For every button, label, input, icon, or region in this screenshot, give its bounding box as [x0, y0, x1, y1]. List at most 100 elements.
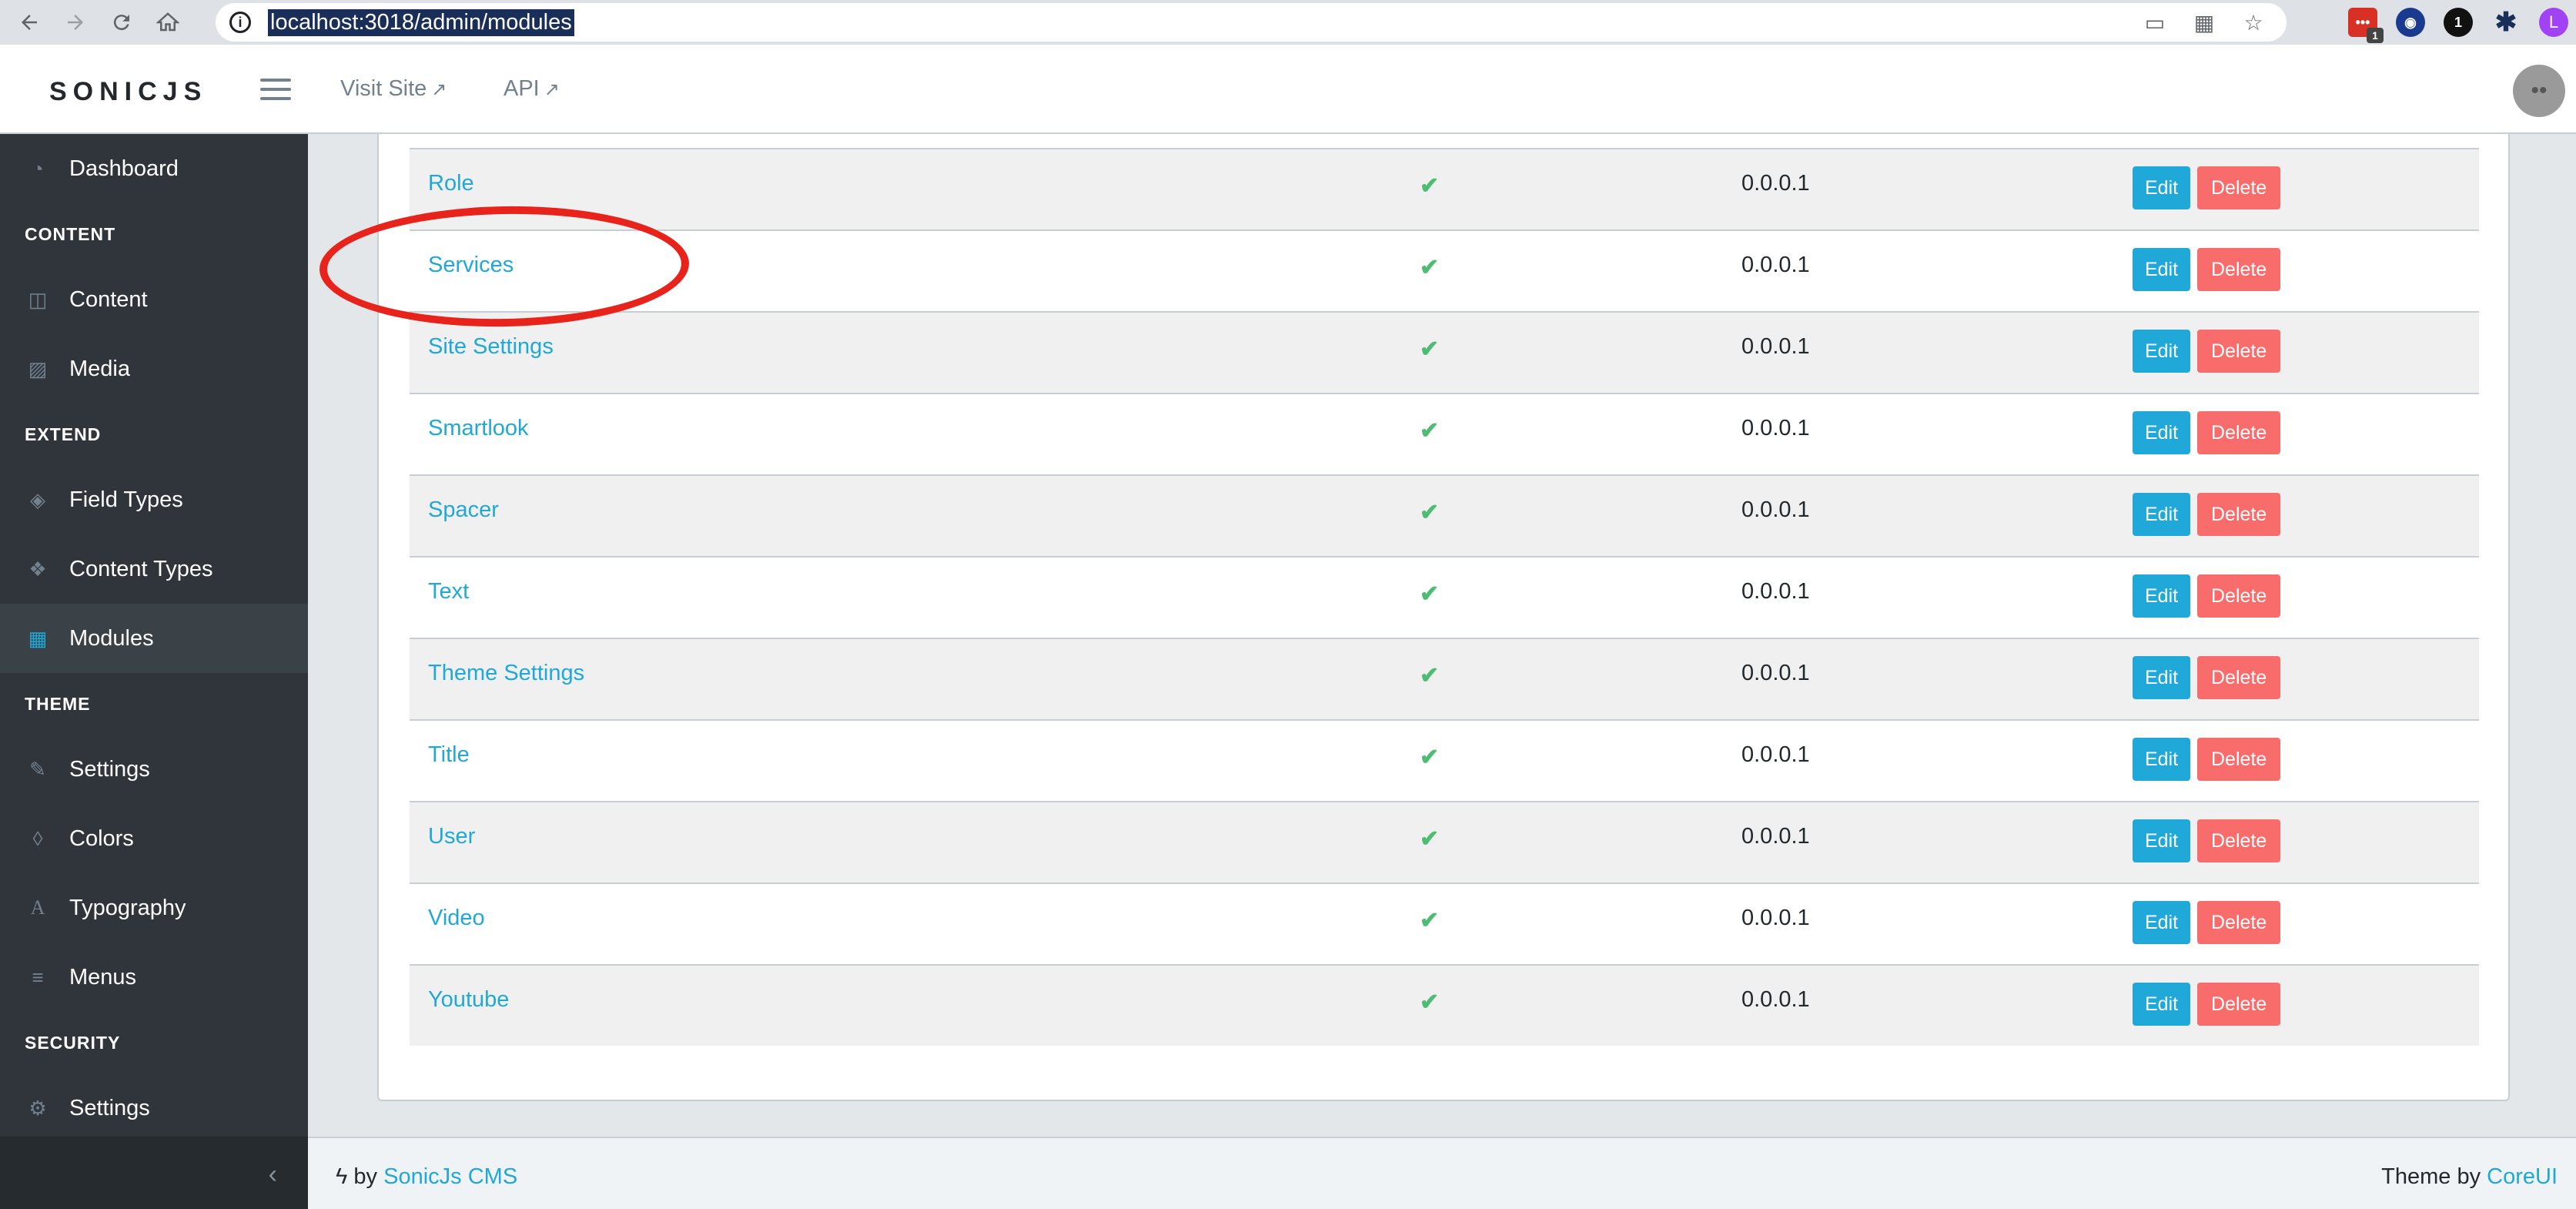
footer-by: by — [353, 1164, 378, 1189]
sidebar-item-theme-settings[interactable]: ✎ Settings — [0, 735, 308, 804]
sidebar-item-media[interactable]: ▨ Media — [0, 334, 308, 404]
check-icon: ✔ — [1420, 173, 1440, 199]
edit-button[interactable]: Edit — [2133, 574, 2191, 618]
reload-icon[interactable] — [105, 5, 139, 39]
table-row: Services ✔ 0.0.0.1 Edit Delete — [410, 229, 2479, 311]
delete-button[interactable]: Delete — [2197, 901, 2281, 944]
back-icon[interactable] — [12, 5, 46, 39]
chevron-left-icon: ‹ — [268, 1160, 277, 1189]
edit-button[interactable]: Edit — [2133, 166, 2191, 209]
url-text[interactable]: localhost:3018/admin/modules — [268, 8, 574, 36]
forward-icon[interactable] — [59, 5, 92, 39]
module-name-link[interactable]: Spacer — [428, 497, 499, 523]
sidebar-item-content[interactable]: ◫ Content — [0, 265, 308, 334]
external-link-icon: ↗ — [544, 79, 560, 100]
cubes-icon: ❖ — [28, 557, 47, 581]
edit-button[interactable]: Edit — [2133, 983, 2191, 1026]
table-row: User ✔ 0.0.0.1 Edit Delete — [410, 801, 2479, 882]
module-name-link[interactable]: User — [428, 824, 475, 849]
font-icon: A — [30, 896, 45, 919]
info-icon[interactable]: i — [229, 12, 251, 33]
module-name-link[interactable]: Theme Settings — [428, 661, 584, 686]
sidebar-item-label: Dashboard — [69, 156, 179, 181]
sonicjs-cms-link[interactable]: SonicJs CMS — [383, 1164, 517, 1189]
columns-icon: ◫ — [28, 287, 48, 311]
gear-icon: ⚙ — [28, 1096, 47, 1120]
module-version: 0.0.0.1 — [1741, 416, 1810, 440]
coreui-link[interactable]: CoreUI — [2487, 1164, 2558, 1189]
sidebar-item-menus[interactable]: ≡ Menus — [0, 943, 308, 1012]
user-avatar[interactable]: •• — [2513, 65, 2565, 117]
sidebar-item-security-settings[interactable]: ⚙ Settings — [0, 1073, 308, 1143]
sidebar-item-label: Media — [69, 356, 130, 381]
delete-button[interactable]: Delete — [2197, 166, 2281, 209]
main-content: Role ✔ 0.0.0.1 Edit Delete Services ✔ 0.… — [308, 134, 2576, 1137]
sidebar-section-extend: EXTEND — [25, 424, 102, 444]
module-version: 0.0.0.1 — [1741, 987, 1810, 1012]
sidebar-item-typography[interactable]: A Typography — [0, 873, 308, 943]
module-version: 0.0.0.1 — [1741, 742, 1810, 767]
sidebar-item-content-types[interactable]: ❖ Content Types — [0, 534, 308, 604]
apps-icon[interactable]: ▦ — [2191, 9, 2217, 35]
delete-button[interactable]: Delete — [2197, 493, 2281, 536]
delete-button[interactable]: Delete — [2197, 656, 2281, 699]
check-icon: ✔ — [1420, 418, 1440, 444]
delete-button[interactable]: Delete — [2197, 983, 2281, 1026]
sidebar-item-colors[interactable]: ◊ Colors — [0, 804, 308, 873]
module-version: 0.0.0.1 — [1741, 661, 1810, 685]
sonicjs-logo[interactable]: SONICJS — [49, 77, 207, 107]
edit-button[interactable]: Edit — [2133, 248, 2191, 291]
delete-button[interactable]: Delete — [2197, 248, 2281, 291]
delete-button[interactable]: Delete — [2197, 819, 2281, 862]
module-name-link[interactable]: Video — [428, 906, 485, 931]
profile-avatar[interactable]: L — [2539, 8, 2568, 37]
edit-button[interactable]: Edit — [2133, 819, 2191, 862]
module-name-link[interactable]: Site Settings — [428, 334, 554, 360]
hamburger-menu-icon[interactable] — [260, 79, 291, 100]
delete-button[interactable]: Delete — [2197, 330, 2281, 373]
module-version: 0.0.0.1 — [1741, 824, 1810, 849]
extension-1password-icon[interactable]: 1 — [2444, 8, 2473, 37]
module-name-link[interactable]: Services — [428, 253, 514, 278]
edit-button[interactable]: Edit — [2133, 901, 2191, 944]
delete-button[interactable]: Delete — [2197, 411, 2281, 454]
star-icon[interactable]: ☆ — [2240, 9, 2267, 35]
sidebar-item-dashboard[interactable]: ◔ Dashboard — [0, 134, 308, 203]
edit-button[interactable]: Edit — [2133, 411, 2191, 454]
cast-icon[interactable]: ▭ — [2142, 9, 2168, 35]
delete-button[interactable]: Delete — [2197, 738, 2281, 781]
sidebar-item-label: Menus — [69, 964, 137, 990]
table-row: Video ✔ 0.0.0.1 Edit Delete — [410, 882, 2479, 964]
check-icon: ✔ — [1420, 663, 1440, 688]
visit-site-link[interactable]: Visit Site ↗ — [340, 76, 447, 102]
api-link[interactable]: API ↗ — [503, 76, 560, 102]
edit-button[interactable]: Edit — [2133, 738, 2191, 781]
sidebar-item-modules[interactable]: ▦ Modules — [0, 604, 308, 673]
module-name-link[interactable]: Smartlook — [428, 416, 529, 441]
footer-credits: ϟ by SonicJs CMS — [336, 1164, 517, 1190]
delete-button[interactable]: Delete — [2197, 574, 2281, 618]
sidebar-item-field-types[interactable]: ◈ Field Types — [0, 465, 308, 534]
edit-button[interactable]: Edit — [2133, 656, 2191, 699]
module-name-link[interactable]: Text — [428, 579, 469, 604]
edit-button[interactable]: Edit — [2133, 330, 2191, 373]
table-row: Text ✔ 0.0.0.1 Edit Delete — [410, 556, 2479, 638]
puzzle-icon[interactable]: ✱ — [2491, 8, 2521, 37]
external-link-icon: ↗ — [431, 79, 447, 100]
module-name-link[interactable]: Title — [428, 742, 470, 768]
table-row: Youtube ✔ 0.0.0.1 Edit Delete — [410, 964, 2479, 1046]
table-row: Role ✔ 0.0.0.1 Edit Delete — [410, 148, 2479, 229]
grid-icon: ▦ — [28, 626, 48, 650]
extension-badge: 1 — [2367, 28, 2384, 43]
edit-button[interactable]: Edit — [2133, 493, 2191, 536]
module-version: 0.0.0.1 — [1741, 906, 1810, 930]
module-name-link[interactable]: Role — [428, 171, 474, 196]
check-icon: ✔ — [1420, 826, 1440, 852]
sidebar-minimizer[interactable]: ‹ — [0, 1137, 308, 1209]
home-icon[interactable] — [151, 5, 185, 39]
extension-circle-icon[interactable]: ◉ — [2396, 8, 2425, 37]
module-name-link[interactable]: Youtube — [428, 987, 509, 1013]
sidebar-section-content: CONTENT — [25, 223, 116, 244]
address-bar[interactable]: i localhost:3018/admin/modules ▭ ▦ ☆ — [216, 3, 2287, 42]
extension-red-icon[interactable]: ••• 1 — [2348, 8, 2384, 43]
